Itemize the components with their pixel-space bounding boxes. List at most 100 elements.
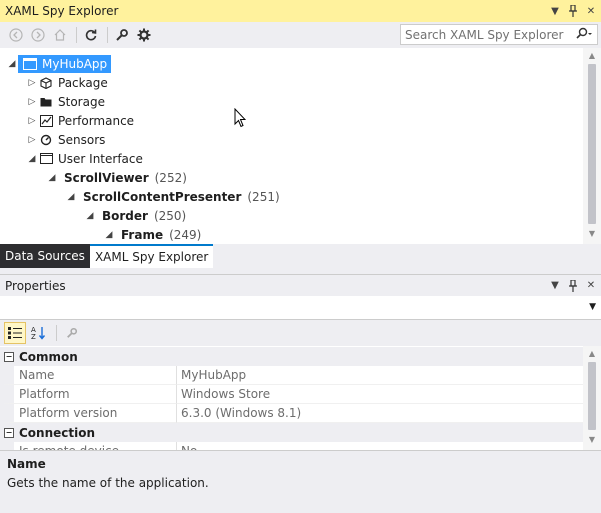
window-icon [22,56,38,72]
alphabetical-sort-icon[interactable]: AZ [28,322,50,344]
properties-title: Properties [5,278,66,293]
dropdown-arrow-icon[interactable]: ▼ [589,302,596,312]
expand-arrow-icon[interactable]: ▷ [26,116,38,126]
scroll-up-icon[interactable]: ▲ [583,48,601,62]
close-icon[interactable]: ✕ [583,278,599,294]
property-grid[interactable]: − Common Name MyHubApp Platform Windows … [0,346,583,450]
collapse-arrow-icon[interactable]: ◢ [26,154,38,164]
property-value[interactable]: MyHubApp [176,366,583,385]
tree-node-label: Border [102,208,148,223]
category-toggle[interactable]: − [4,427,14,438]
category-toggle[interactable]: − [4,351,14,362]
toolbar-separator [76,27,77,43]
mouse-cursor-icon [234,107,247,131]
tree-node-scrollviewer[interactable]: ◢ ScrollViewer (252) [46,168,187,187]
property-row-is-remote-device[interactable]: Is remote device No [0,442,583,450]
category-connection[interactable]: − Connection [0,423,583,442]
scroll-down-icon[interactable]: ▼ [583,226,601,240]
svg-text:Z: Z [31,333,36,340]
property-value[interactable]: Windows Store [176,385,583,404]
property-grid-scrollbar[interactable]: ▲ ▼ [583,346,601,450]
user-interface-icon [38,151,54,167]
dropdown-icon[interactable]: ▼ [547,278,563,294]
property-row-platform[interactable]: Platform Windows Store [0,385,583,404]
property-row-platform-version[interactable]: Platform version 6.3.0 (Windows 8.1) [0,404,583,423]
tree-node-label: Package [58,75,108,90]
scroll-down-icon[interactable]: ▼ [583,432,601,446]
search-icon[interactable] [575,27,593,44]
property-name: Platform version [0,404,176,423]
collapse-arrow-icon[interactable]: ◢ [46,173,58,183]
scrollbar-thumb[interactable] [588,362,596,430]
refresh-icon[interactable] [81,25,101,45]
description-text: Gets the name of the application. [7,476,209,490]
storage-icon [38,94,54,110]
tree-node-label: Performance [58,113,135,128]
tree-node-label: User Interface [58,151,143,166]
tree-node-label: ScrollContentPresenter [83,189,242,204]
object-selector-dropdown[interactable]: ▼ [0,296,601,320]
tree-node-sensors[interactable]: ▷ Sensors [26,130,106,149]
sensors-icon [38,132,54,148]
explorer-tree[interactable]: ◢ MyHubApp ▷ Package ▷ Storage ▷ Perform… [0,48,583,244]
pin-icon[interactable] [565,278,581,294]
scroll-up-icon[interactable]: ▲ [583,346,601,360]
category-common[interactable]: − Common [0,347,583,366]
toolbar-separator [107,27,108,43]
wrench-icon[interactable] [112,25,132,45]
tree-node-performance[interactable]: ▷ Performance [26,111,135,130]
property-description-pane: Name Gets the name of the application. [0,450,601,513]
forward-icon[interactable] [28,25,48,45]
tree-node-label: ScrollViewer [64,170,149,185]
close-icon[interactable]: ✕ [583,3,599,19]
search-input[interactable]: Search XAML Spy Explorer [400,24,598,45]
tab-xaml-spy-explorer[interactable]: XAML Spy Explorer [89,244,214,268]
tree-node-package[interactable]: ▷ Package [26,73,108,92]
toolbar-separator [56,325,57,341]
description-title: Name [7,457,46,471]
tool-window-tabs: Data Sources XAML Spy Explorer [0,244,601,268]
property-name: Is remote device [0,442,176,450]
tree-node-label: Storage [58,94,105,109]
expand-arrow-icon[interactable]: ▷ [26,135,38,145]
property-row-name[interactable]: Name MyHubApp [0,366,583,385]
search-placeholder: Search XAML Spy Explorer [405,27,564,42]
tree-node-frame[interactable]: ◢ Frame (249) [103,225,202,244]
properties-title-bar: Properties ▼ ✕ [0,274,601,296]
tree-node-user-interface[interactable]: ◢ User Interface [26,149,143,168]
expand-arrow-icon[interactable]: ▷ [26,78,38,88]
collapse-arrow-icon[interactable]: ◢ [65,192,77,202]
explorer-title: XAML Spy Explorer [5,4,119,18]
expand-arrow-icon[interactable]: ▷ [26,97,38,107]
pin-icon[interactable] [565,3,581,19]
category-label: Connection [19,425,96,440]
collapse-arrow-icon[interactable]: ◢ [103,230,115,240]
tree-vertical-scrollbar[interactable]: ▲ ▼ [583,48,601,244]
back-icon[interactable] [6,25,26,45]
package-icon [38,75,54,91]
scrollbar-thumb[interactable] [588,64,596,224]
categorized-view-icon[interactable] [4,322,26,344]
properties-toolbar: AZ [0,320,601,346]
tree-node-storage[interactable]: ▷ Storage [26,92,105,111]
selected-node[interactable]: MyHubApp [18,54,112,73]
tree-node-count: (251) [247,189,280,204]
settings-gear-icon[interactable] [134,25,154,45]
tree-node-label: Sensors [58,132,106,147]
tree-node-label: Frame [121,227,164,242]
tab-data-sources[interactable]: Data Sources [0,244,90,268]
collapse-arrow-icon[interactable]: ◢ [6,59,18,69]
collapse-arrow-icon[interactable]: ◢ [84,211,96,221]
tree-node-label: MyHubApp [42,56,108,71]
property-pages-wrench-icon[interactable] [61,322,83,344]
tree-node-scrollcontentpresenter[interactable]: ◢ ScrollContentPresenter (251) [65,187,280,206]
dropdown-icon[interactable]: ▼ [547,3,563,19]
property-value[interactable]: 6.3.0 (Windows 8.1) [176,404,583,423]
tree-node-border[interactable]: ◢ Border (250) [84,206,187,225]
performance-icon [38,113,54,129]
property-value[interactable]: No [176,442,583,450]
tree-node-myhubapp[interactable]: ◢ MyHubApp [6,54,112,73]
explorer-title-bar: XAML Spy Explorer ▼ ✕ [0,0,601,22]
home-icon[interactable] [50,25,70,45]
category-label: Common [19,349,78,364]
